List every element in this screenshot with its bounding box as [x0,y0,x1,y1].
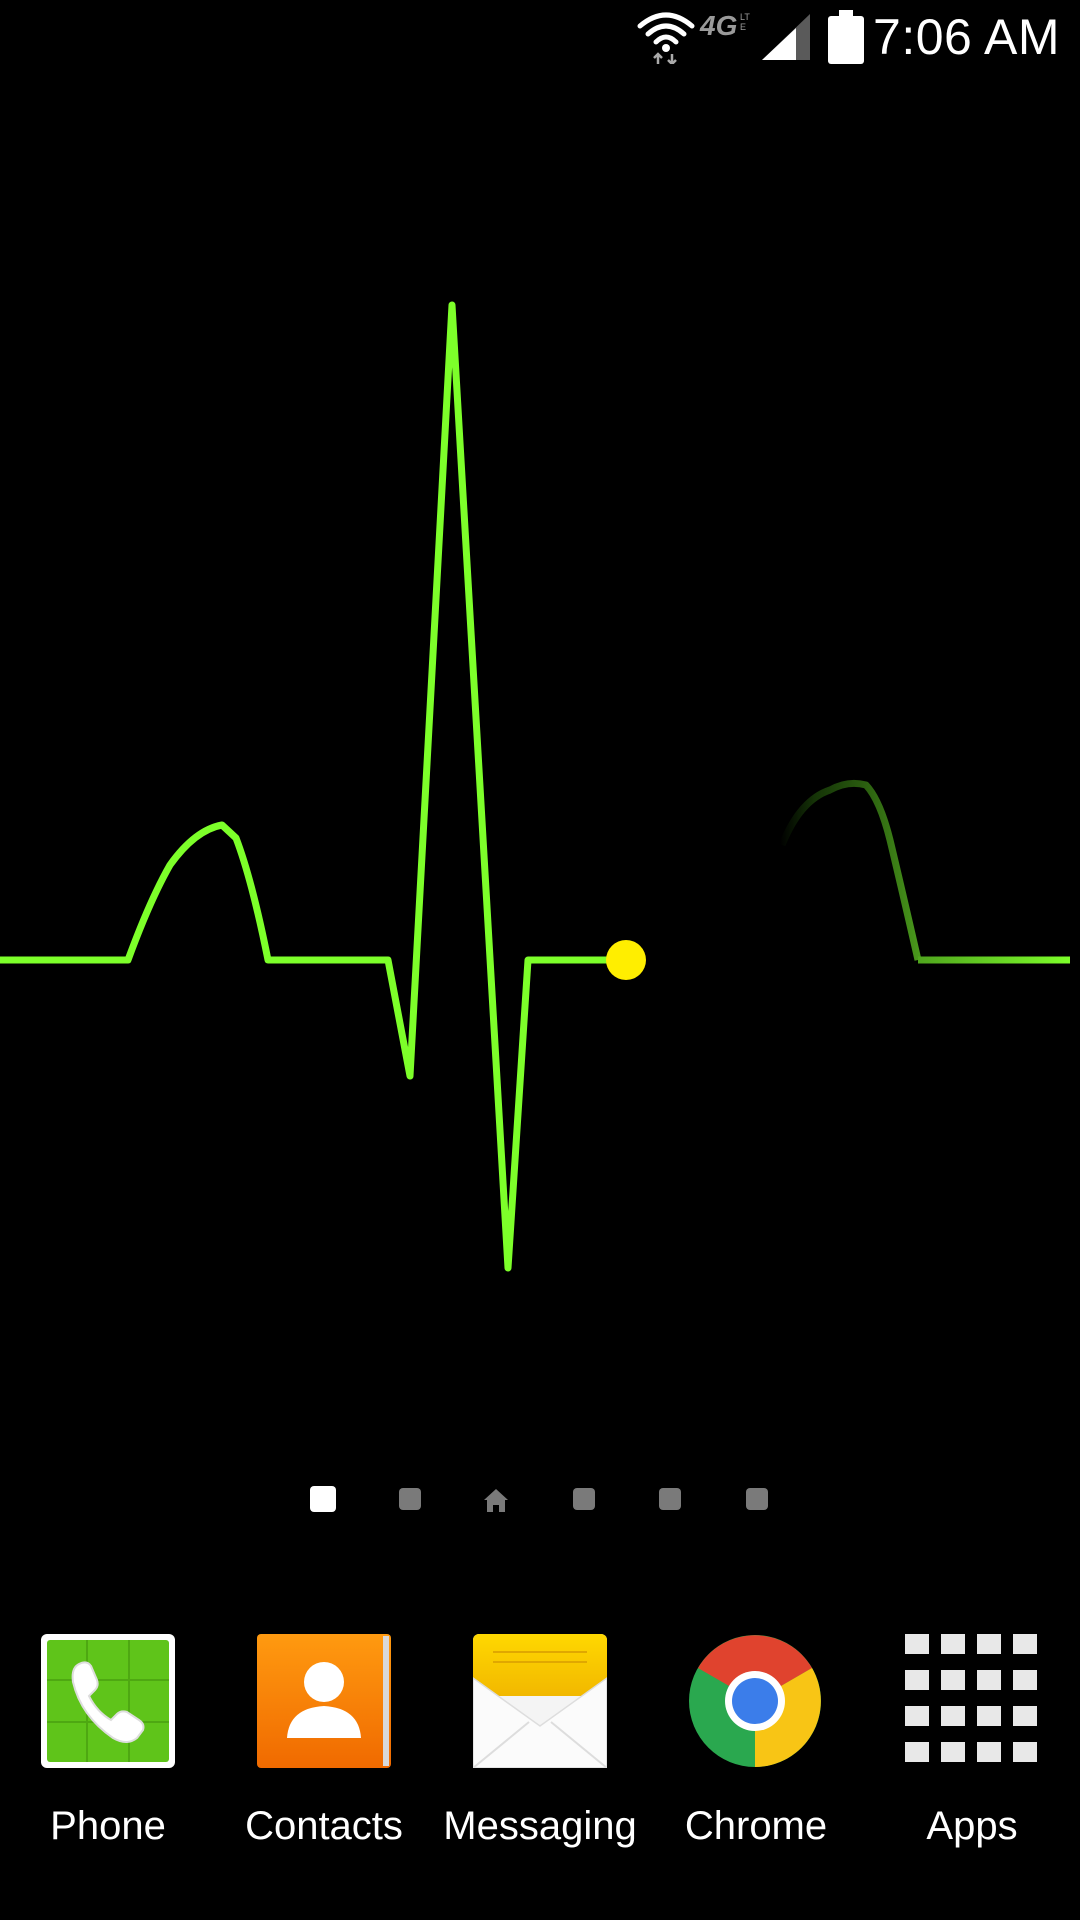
dock-item-apps[interactable]: Apps [864,1630,1080,1860]
home-page-icon[interactable] [482,1486,510,1514]
page-dot-4[interactable] [573,1488,595,1510]
dock-label-phone: Phone [50,1804,166,1848]
apps-grid-icon[interactable] [905,1634,1039,1768]
dock: Phone Contacts Messaging Chrome Apps [0,1630,1080,1860]
messaging-icon[interactable] [473,1634,607,1768]
dock-label-contacts: Contacts [245,1804,403,1848]
page-dot-5[interactable] [659,1488,681,1510]
dock-item-chrome[interactable]: Chrome [648,1630,864,1860]
dock-label-chrome: Chrome [684,1804,828,1848]
dock-item-contacts[interactable]: Contacts [216,1630,432,1860]
home-screen: 4G LTE 7:06 AM Phone Contacts Messaging … [0,0,1080,1920]
page-indicator [0,1484,1080,1514]
dock-label-apps: Apps [926,1804,1018,1848]
phone-icon[interactable] [41,1634,175,1768]
dock-label-messaging: Messaging [443,1804,637,1848]
ecg-trace [0,301,629,1272]
page-dot-6[interactable] [746,1488,768,1510]
ecg-cursor-dot [606,940,646,980]
dock-item-messaging[interactable]: Messaging [432,1630,648,1860]
page-dot-2[interactable] [399,1488,421,1510]
dock-item-phone[interactable]: Phone [0,1630,216,1860]
page-dot-1[interactable] [310,1486,336,1512]
contacts-icon[interactable] [257,1634,391,1768]
chrome-icon[interactable] [688,1634,822,1768]
ecg-trace-fading [778,779,922,961]
